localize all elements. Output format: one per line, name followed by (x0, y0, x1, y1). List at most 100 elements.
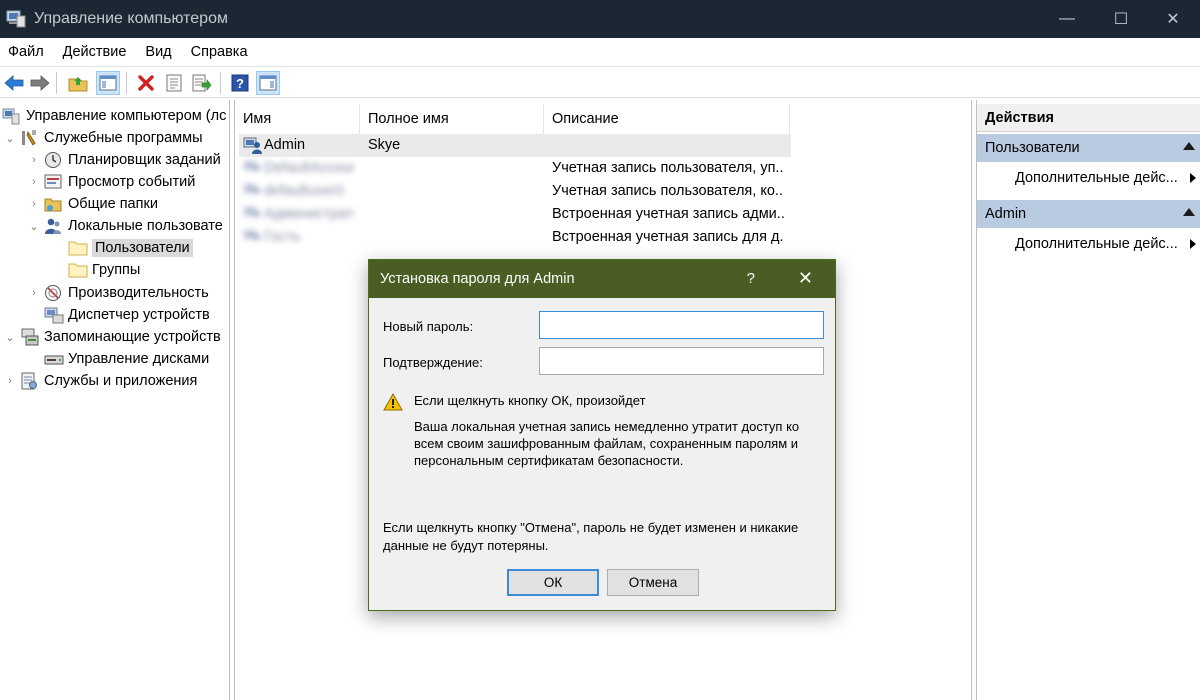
toolbar-separator (126, 72, 127, 94)
submenu-arrow-icon (1190, 239, 1196, 249)
menu-action[interactable]: Действие (63, 44, 127, 60)
tree-label: Просмотр событий (68, 174, 196, 190)
actions-section-users[interactable]: Пользователи (977, 134, 1200, 162)
tree-item-groups[interactable]: Группы (68, 259, 140, 281)
actions-header: Действия (977, 104, 1200, 132)
new-password-field[interactable] (539, 311, 824, 339)
menu-bar: Файл Действие Вид Справка (0, 38, 1200, 66)
table-row[interactable]: Admin Skye (239, 134, 791, 157)
user-description: Учетная запись пользователя, ко... (552, 183, 784, 199)
tree-item-disk-management[interactable]: Управление дисками (44, 348, 209, 370)
tree-item-storage[interactable]: ⌄ Запоминающие устройств (4, 326, 221, 348)
users-icon (44, 217, 62, 235)
window-title: Управление компьютером (34, 10, 228, 27)
more-actions-admin[interactable]: Дополнительные дейс... (1015, 236, 1196, 252)
dialog-title-bar: Установка пароля для Admin ? ✕ (369, 260, 835, 298)
actions-section-admin[interactable]: Admin (977, 200, 1200, 228)
tree-label: Общие папки (68, 196, 158, 212)
tree-label: Служебные программы (44, 130, 203, 146)
chevron-right-icon[interactable]: › (28, 198, 40, 210)
new-password-label: Новый пароль: (383, 319, 474, 334)
warning-text-line: Ваша локальная учетная запись немедленно… (414, 419, 800, 434)
back-button[interactable] (2, 71, 26, 95)
more-actions-users[interactable]: Дополнительные дейс... (1015, 170, 1196, 186)
table-row[interactable]: Гость Встроенная учетная запись для д... (239, 226, 791, 249)
disk-icon (44, 350, 64, 368)
properties-button[interactable] (162, 71, 186, 95)
tree-item-device-manager[interactable]: Диспетчер устройств (44, 304, 210, 326)
menu-file[interactable]: Файл (8, 44, 44, 60)
set-password-dialog: Установка пароля для Admin ? ✕ Новый пар… (368, 259, 836, 611)
delete-button[interactable] (134, 71, 158, 95)
tree-item-task-scheduler[interactable]: › Планировщик заданий (28, 149, 221, 171)
confirm-password-field[interactable] (539, 347, 824, 375)
close-button[interactable]: ✕ (1146, 0, 1200, 38)
device-manager-icon (44, 306, 64, 324)
tree-item-system-tools[interactable]: ⌄ Служебные программы (4, 127, 203, 149)
column-header-full-name[interactable]: Полное имя (360, 104, 544, 134)
user-description: Встроенная учетная запись адми... (552, 206, 784, 222)
menu-help[interactable]: Справка (191, 44, 248, 60)
dialog-close-icon[interactable]: ✕ (798, 268, 813, 289)
tree-item-services-applications[interactable]: › Службы и приложения (4, 370, 197, 392)
back-arrow-icon (4, 75, 24, 91)
chevron-right-icon[interactable]: › (28, 176, 40, 188)
chevron-right-icon[interactable]: › (4, 375, 16, 387)
tree-item-local-users-groups[interactable]: ⌄ Локальные пользовате (28, 215, 223, 237)
forward-button[interactable] (28, 71, 52, 95)
table-row[interactable]: Администратор Встроенная учетная запись … (239, 203, 791, 226)
collapse-up-icon[interactable] (1183, 208, 1195, 216)
export-list-icon (192, 74, 212, 92)
chevron-down-icon[interactable]: ⌄ (28, 220, 40, 233)
up-level-button[interactable] (66, 71, 90, 95)
column-header-description[interactable]: Описание (544, 104, 790, 134)
tree-item-performance[interactable]: › Производительность (28, 282, 209, 304)
properties-icon (166, 74, 182, 92)
show-hide-actions-button[interactable] (256, 71, 280, 95)
warning-text-line: всем своим зашифрованным файлам, сохране… (414, 436, 799, 451)
user-icon (243, 136, 263, 158)
tree-label: Управление компьютером (лс (26, 108, 227, 124)
user-full-name: Skye (368, 137, 401, 153)
actions-pane: Действия Пользователи Дополнительные дей… (976, 100, 1200, 700)
column-header-name[interactable]: Имя (235, 104, 360, 134)
tree-item-computer-management[interactable]: Управление компьютером (лс (2, 105, 226, 127)
confirm-password-label: Подтверждение: (383, 355, 483, 370)
help-button[interactable]: ? (228, 71, 252, 95)
help-question-icon[interactable]: ? (747, 270, 755, 287)
export-list-button[interactable] (190, 71, 214, 95)
minimize-button[interactable]: — (1040, 0, 1094, 38)
cancel-note-line: данные не будут потеряны. (383, 538, 549, 553)
menu-view[interactable]: Вид (145, 44, 171, 60)
tree-label: Диспетчер устройств (68, 307, 210, 323)
tree-label: Производительность (68, 285, 209, 301)
ok-button[interactable]: ОК (507, 569, 599, 596)
tree-item-event-viewer[interactable]: › Просмотр событий (28, 171, 195, 193)
show-hide-tree-icon (99, 75, 117, 91)
chevron-down-icon[interactable]: ⌄ (4, 132, 16, 145)
computer-management-icon (2, 107, 20, 125)
section-title: Admin (985, 206, 1027, 222)
toolbar-separator (220, 72, 221, 94)
title-bar: Управление компьютером — ☐ ✕ (0, 0, 1200, 38)
folder-icon (68, 239, 88, 257)
chevron-right-icon[interactable]: › (28, 287, 40, 299)
warning-icon (383, 392, 403, 411)
maximize-button[interactable]: ☐ (1094, 0, 1148, 38)
tree-item-users[interactable]: Пользователи (68, 237, 193, 259)
computer-management-icon (6, 10, 26, 28)
user-name: Администратор (264, 206, 354, 222)
tree-label: Управление дисками (68, 351, 210, 367)
cancel-button[interactable]: Отмена (607, 569, 699, 596)
table-row[interactable]: defaultuser0 Учетная запись пользователя… (239, 180, 791, 203)
chevron-right-icon[interactable]: › (28, 154, 40, 166)
user-icon (243, 228, 263, 250)
user-name: defaultuser0 (264, 183, 344, 199)
chevron-down-icon[interactable]: ⌄ (4, 331, 16, 344)
tree-item-shared-folders[interactable]: › Общие папки (28, 193, 158, 215)
user-name: DefaultAccount (264, 160, 354, 176)
user-description: Встроенная учетная запись для д... (552, 229, 784, 245)
collapse-up-icon[interactable] (1183, 142, 1195, 150)
show-hide-tree-button[interactable] (96, 71, 120, 95)
table-row[interactable]: DefaultAccount Учетная запись пользовате… (239, 157, 791, 180)
